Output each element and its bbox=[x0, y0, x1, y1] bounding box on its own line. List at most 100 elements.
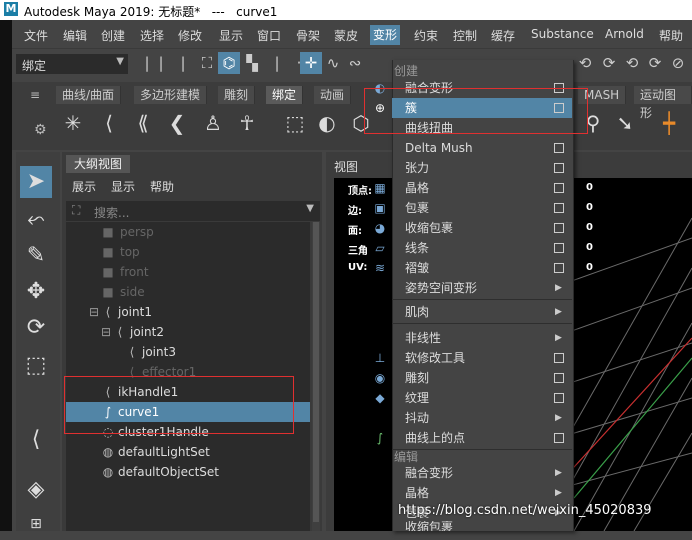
option-box-icon[interactable] bbox=[554, 223, 564, 233]
menu-select[interactable]: 选择 bbox=[140, 27, 164, 44]
menu-windows[interactable]: 窗口 bbox=[257, 27, 281, 44]
menu-item-soft-mod[interactable]: ⊥ 软修改工具 bbox=[375, 348, 572, 368]
menu-item-wrap[interactable]: ▣ 包裹 bbox=[374, 198, 572, 218]
layout-grid-icon[interactable]: ⊞ bbox=[20, 508, 52, 540]
joint-tool-icon[interactable]: ⟨ bbox=[20, 424, 52, 456]
list-item[interactable]: ◍ defaultLightSet bbox=[66, 442, 310, 462]
render-settings-icon[interactable]: ⟳ bbox=[644, 52, 666, 74]
render-icon[interactable]: ⟳ bbox=[598, 52, 620, 74]
menu-constrain[interactable]: 约束 bbox=[414, 27, 438, 44]
tab-sculpting[interactable]: 雕刻 bbox=[218, 86, 256, 104]
menu-item-pose-space-deformation[interactable]: 姿势空间变形 ▶ bbox=[392, 278, 572, 298]
option-box-icon[interactable] bbox=[554, 373, 564, 383]
menu-item-wire[interactable]: ▱ 线条 bbox=[375, 238, 572, 258]
snap-grid-icon[interactable]: ✛ bbox=[300, 52, 322, 74]
menu-item-nonlinear[interactable]: 非线性 ▶ bbox=[392, 328, 572, 348]
orient-constraint-icon[interactable]: ┿ bbox=[654, 108, 684, 138]
option-box-icon[interactable] bbox=[554, 393, 564, 403]
menu-control[interactable]: 控制 bbox=[453, 27, 477, 44]
shelf-menu-icon[interactable]: ≡ bbox=[30, 88, 40, 102]
list-item[interactable]: ◍ defaultObjectSet bbox=[66, 462, 310, 482]
outliner-menu-display[interactable]: 显示 bbox=[111, 178, 135, 195]
menu-substance[interactable]: Substance bbox=[531, 27, 594, 41]
list-item[interactable]: ■ front bbox=[66, 262, 310, 282]
list-item[interactable]: ■ top bbox=[66, 242, 310, 262]
option-box-icon[interactable] bbox=[554, 263, 564, 273]
menu-item-jiggle[interactable]: 抖动 ▶ bbox=[392, 408, 572, 428]
menu-arnold[interactable]: Arnold bbox=[605, 27, 644, 41]
scale-tool-icon[interactable]: ⬚ bbox=[20, 350, 52, 382]
bind-skin-icon[interactable]: ⬚ bbox=[280, 108, 310, 138]
move-tool-icon[interactable]: ✥ bbox=[20, 276, 52, 308]
menu-item-edit-shrink-wrap[interactable]: 收缩包裹 bbox=[392, 521, 572, 531]
outliner-menu-help[interactable]: 帮助 bbox=[150, 178, 174, 195]
rotate-tool-icon[interactable]: ⟳ bbox=[20, 312, 52, 344]
option-box-icon[interactable] bbox=[554, 433, 564, 443]
option-box-icon[interactable] bbox=[554, 243, 564, 253]
outliner-title[interactable]: 大纲视图 bbox=[66, 155, 130, 173]
snap-curve-icon[interactable]: ∿ bbox=[322, 52, 344, 74]
list-item[interactable]: ⊟ ⟨ joint2 bbox=[66, 322, 310, 342]
menu-create[interactable]: 创建 bbox=[101, 27, 125, 44]
list-item[interactable]: ■ persp bbox=[66, 222, 310, 242]
shelf-settings-icon[interactable]: ⚙ bbox=[34, 122, 47, 138]
select-by-hierarchy-icon[interactable]: ⛶ bbox=[196, 52, 218, 74]
paint-weights-icon[interactable]: ◐ bbox=[312, 108, 342, 138]
menu-modify[interactable]: 修改 bbox=[178, 27, 202, 44]
menu-item-delta-mush[interactable]: Delta Mush bbox=[392, 138, 572, 158]
tab-poly-modeling[interactable]: 多边形建模 bbox=[134, 86, 208, 104]
tab-motion-graphics[interactable]: 运动图形 bbox=[634, 86, 692, 120]
viewport-menu-view[interactable]: 视图 bbox=[334, 158, 358, 175]
hypershade-icon[interactable]: ⊘ bbox=[667, 52, 689, 74]
menu-set-selector[interactable]: 绑定 ▼ bbox=[16, 54, 128, 74]
option-box-icon[interactable] bbox=[554, 163, 564, 173]
select-by-component-icon[interactable]: ▚ bbox=[241, 52, 263, 74]
list-item[interactable]: ⟨ joint3 bbox=[66, 342, 310, 362]
menu-skeleton[interactable]: 骨架 bbox=[296, 27, 320, 44]
menu-skin[interactable]: 蒙皮 bbox=[334, 27, 358, 44]
menu-item-wrinkle[interactable]: ≋ 褶皱 bbox=[375, 258, 572, 278]
option-box-icon[interactable] bbox=[554, 353, 564, 363]
ik-handle-icon[interactable]: ❮ bbox=[162, 108, 192, 138]
tab-curves-surfaces[interactable]: 曲线/曲面 bbox=[56, 86, 122, 104]
list-item[interactable]: ⊟ ⟨ joint1 bbox=[66, 302, 310, 322]
outliner-scrollbar[interactable] bbox=[312, 222, 320, 531]
menu-edit[interactable]: 编辑 bbox=[63, 27, 87, 44]
scrollbar-thumb[interactable] bbox=[313, 222, 319, 522]
menu-cache[interactable]: 缓存 bbox=[491, 27, 515, 44]
layout-icon[interactable]: ◈ bbox=[20, 474, 52, 506]
outliner-search[interactable]: ⛶ 搜索... ▼ bbox=[66, 201, 320, 221]
insert-joint-icon[interactable]: ⟪ bbox=[128, 108, 158, 138]
menu-item-edit-lattice[interactable]: 晶格 ▶ bbox=[392, 483, 572, 503]
menu-item-shrink-wrap[interactable]: ◕ 收缩包裹 bbox=[375, 218, 572, 238]
select-by-object-icon[interactable]: ⌬ bbox=[218, 52, 240, 74]
locator-icon[interactable]: ✳ bbox=[58, 108, 88, 138]
menu-item-muscle[interactable]: 肌肉 ▶ bbox=[392, 302, 572, 322]
ipr-icon[interactable]: ⟲ bbox=[621, 52, 643, 74]
humanik-icon[interactable]: ♙ bbox=[198, 108, 228, 138]
menu-deform[interactable]: 变形 bbox=[370, 25, 401, 45]
history-icon[interactable]: ⟲ bbox=[574, 52, 596, 74]
tab-animation[interactable]: 动画 bbox=[314, 86, 352, 104]
option-box-icon[interactable] bbox=[554, 203, 564, 213]
menu-item-texture[interactable]: ◆ 纹理 bbox=[375, 388, 572, 408]
option-box-icon[interactable] bbox=[554, 183, 564, 193]
outliner-menu-show[interactable]: 展示 bbox=[72, 178, 96, 195]
menu-item-sculpt[interactable]: ◉ 雕刻 bbox=[375, 368, 572, 388]
menu-help[interactable]: 帮助 bbox=[659, 27, 683, 44]
menu-item-point-on-curve[interactable]: ∫ 曲线上的点 bbox=[377, 428, 572, 448]
option-box-icon[interactable] bbox=[554, 143, 564, 153]
skeleton-icon[interactable]: ☥ bbox=[232, 108, 262, 138]
select-tool-icon[interactable]: ➤ bbox=[20, 166, 52, 198]
aim-constraint-icon[interactable]: ➘ bbox=[610, 108, 640, 138]
snap-point-icon[interactable]: ∾ bbox=[344, 52, 366, 74]
menu-item-lattice[interactable]: ▦ 晶格 bbox=[374, 178, 572, 198]
menu-file[interactable]: 文件 bbox=[24, 27, 48, 44]
menu-item-edit-blend-shape[interactable]: 融合变形 ▶ bbox=[392, 463, 572, 483]
menu-display[interactable]: 显示 bbox=[219, 27, 243, 44]
list-item[interactable]: ■ side bbox=[66, 282, 310, 302]
lasso-tool-icon[interactable]: ⬿ bbox=[20, 204, 52, 236]
create-joints-icon[interactable]: ⟨ bbox=[94, 108, 124, 138]
menu-item-tension[interactable]: 张力 bbox=[392, 158, 572, 178]
paint-select-tool-icon[interactable]: ✎ bbox=[20, 240, 52, 272]
